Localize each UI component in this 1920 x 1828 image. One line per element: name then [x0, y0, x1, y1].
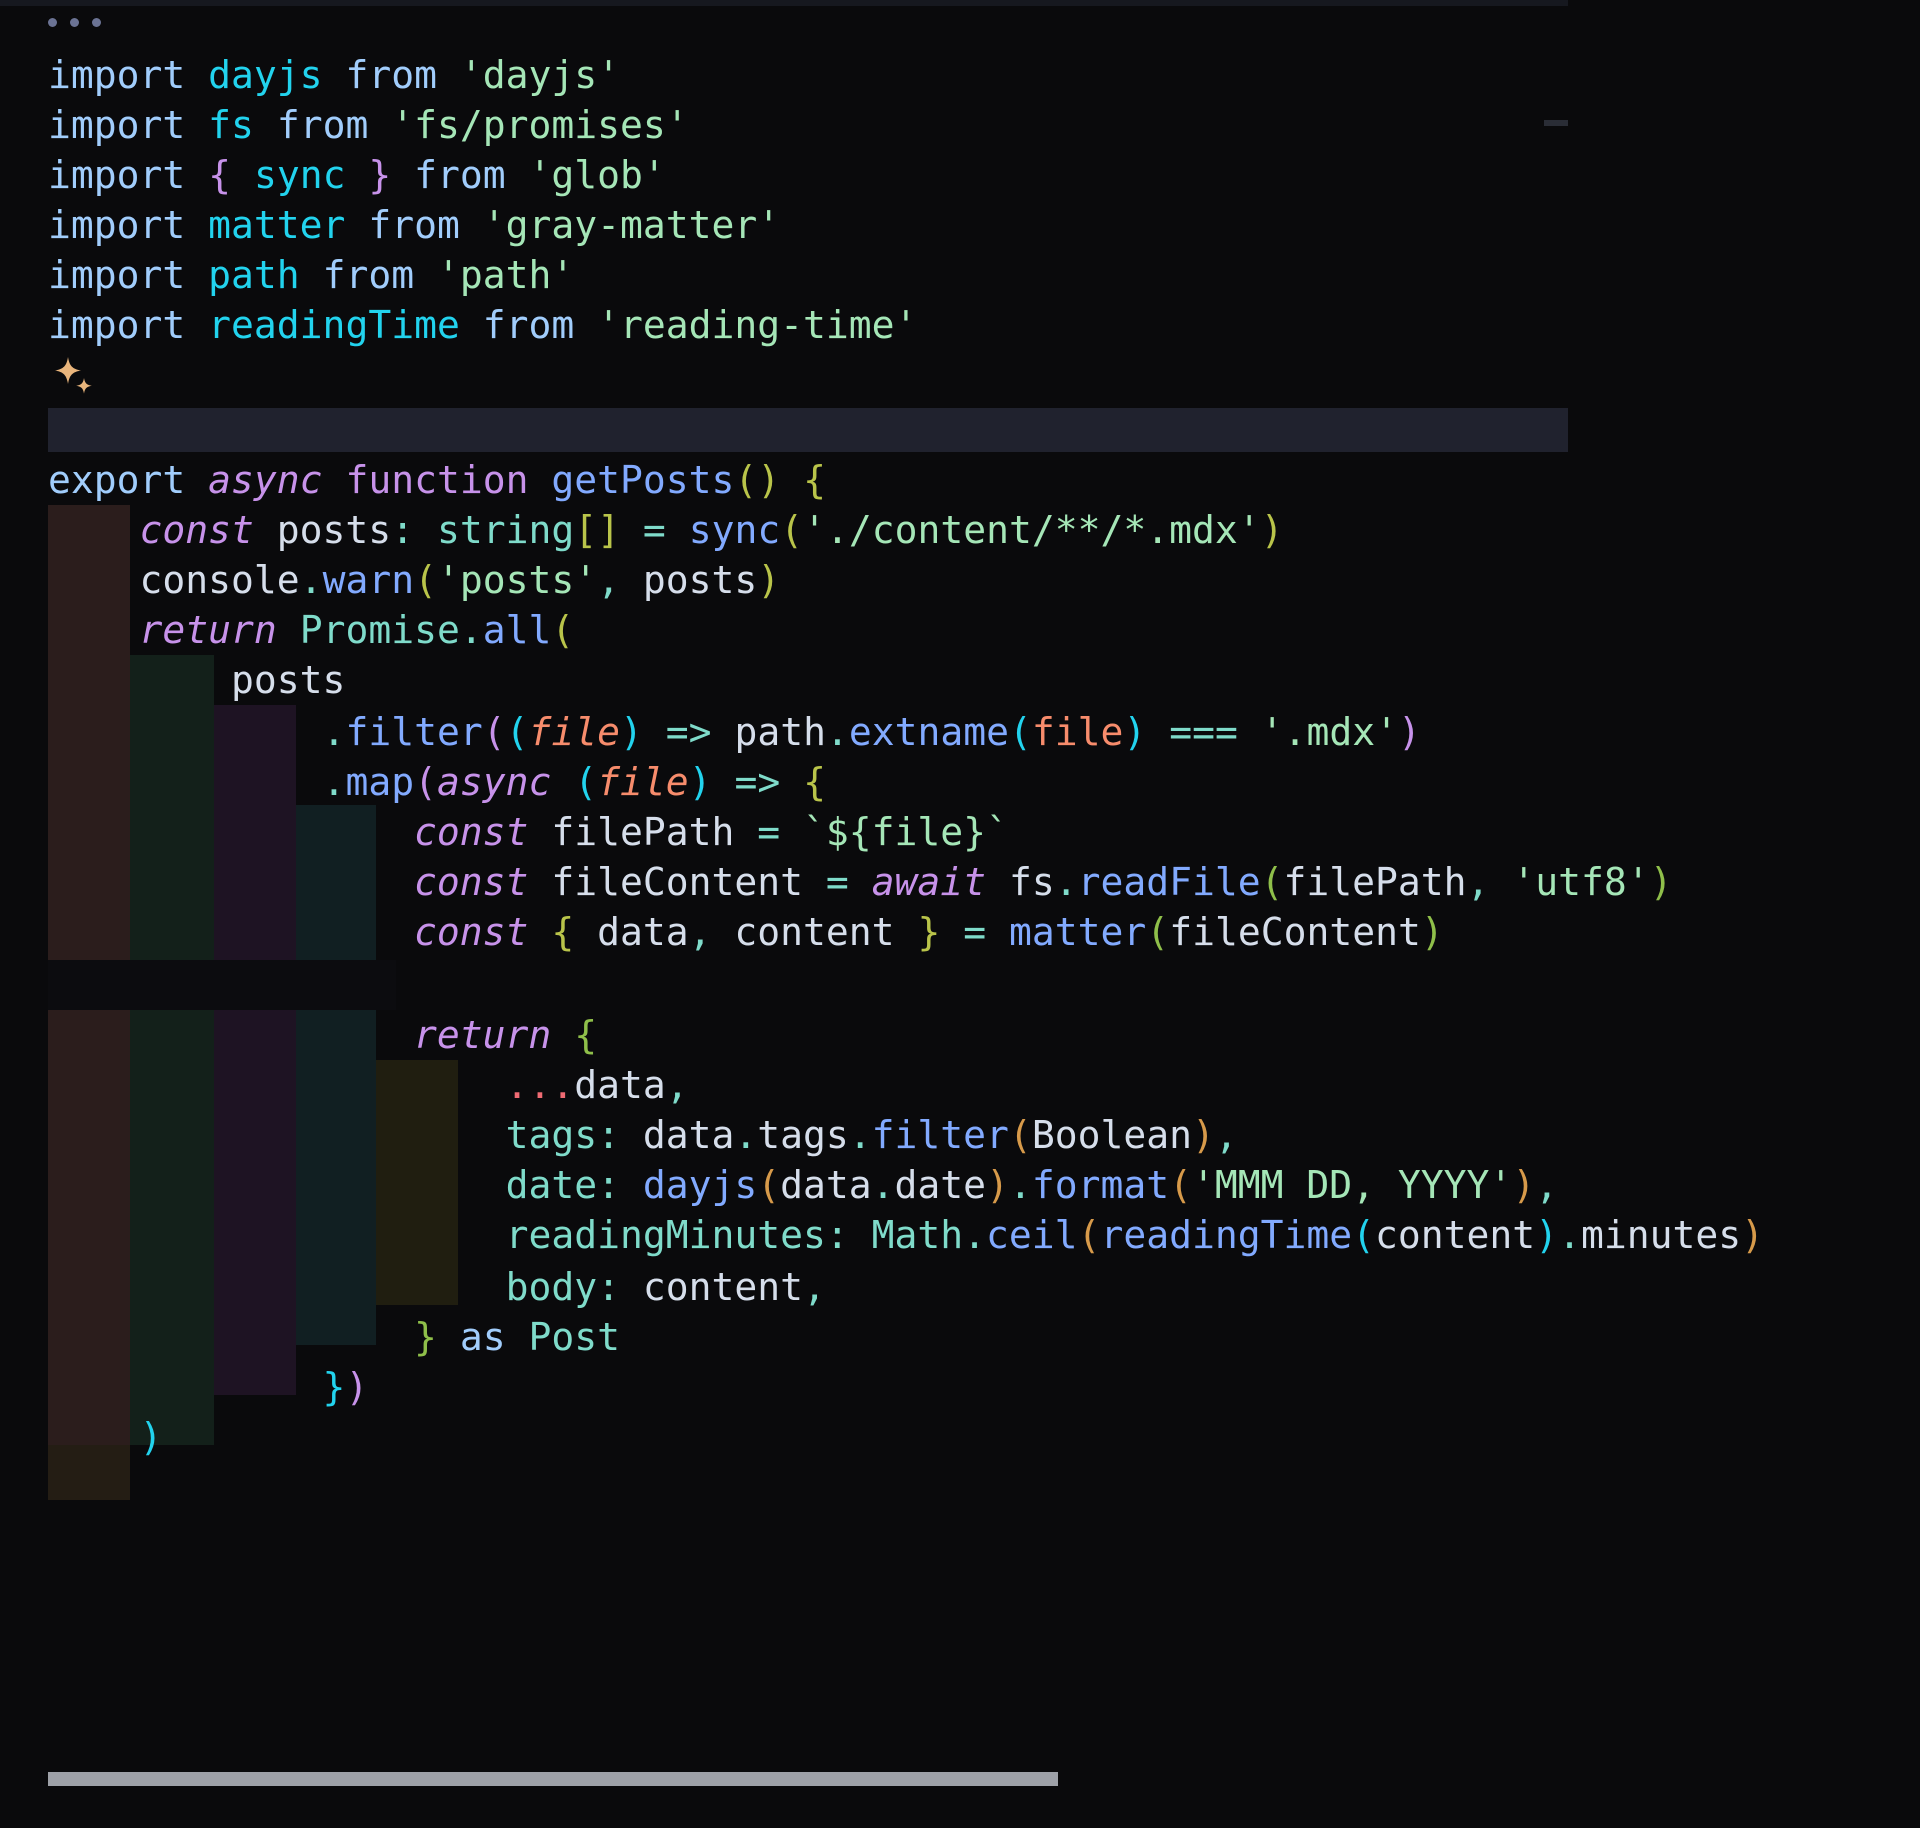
code-line-5[interactable]: import matter from 'gray-matter'	[0, 200, 1920, 250]
code-line-15[interactable]: .filter((file) => path.extname(file) ===…	[0, 707, 1920, 757]
code-line-24[interactable]: date: dayjs(data.date).format('MMM DD, Y…	[0, 1160, 1920, 1210]
code-line-10[interactable]: export async function getPosts() {	[0, 455, 1920, 505]
code-line-22[interactable]: ...data,	[0, 1060, 1920, 1110]
code-line-7[interactable]: import readingTime from 'reading-time'	[0, 300, 1920, 350]
editor-bottom-fill	[0, 1786, 1920, 1828]
code-line-6[interactable]: import path from 'path'	[0, 250, 1920, 300]
code-line-2[interactable]: import dayjs from 'dayjs'	[0, 50, 1920, 100]
code-line-25[interactable]: readingMinutes: Math.ceil(readingTime(co…	[0, 1210, 1920, 1260]
code-line-11[interactable]: const posts: string[] = sync('./content/…	[0, 505, 1920, 555]
code-line-3[interactable]: import fs from 'fs/promises'	[0, 100, 1920, 150]
code-line-13[interactable]: return Promise.all(	[0, 605, 1920, 655]
code-line-26[interactable]: body: content,	[0, 1262, 1920, 1312]
code-line-19[interactable]: const { data, content } = matter(fileCon…	[0, 907, 1920, 957]
code-line-12[interactable]: console.warn('posts', posts)	[0, 555, 1920, 605]
code-line-17[interactable]: const filePath = `${file}`	[0, 807, 1920, 857]
code-line-21[interactable]: return {	[0, 1010, 1920, 1060]
code-line-27[interactable]: } as Post	[0, 1312, 1920, 1362]
code-line-4[interactable]: import { sync } from 'glob'	[0, 150, 1920, 200]
code-line-29[interactable]: )	[0, 1412, 1920, 1462]
code-line-28[interactable]: })	[0, 1362, 1920, 1412]
horizontal-scrollbar[interactable]	[48, 1772, 1058, 1786]
code-line-8[interactable]	[0, 350, 1920, 400]
code-line-9[interactable]	[0, 403, 1920, 453]
code-line-1[interactable]	[0, 0, 1920, 50]
code-editor[interactable]: import dayjs from 'dayjs' import fs from…	[0, 0, 1920, 1828]
code-line-20[interactable]	[0, 957, 1920, 1007]
code-line-18[interactable]: const fileContent = await fs.readFile(fi…	[0, 857, 1920, 907]
code-line-16[interactable]: .map(async (file) => {	[0, 757, 1920, 807]
code-line-23[interactable]: tags: data.tags.filter(Boolean),	[0, 1110, 1920, 1160]
code-line-14[interactable]: posts	[0, 655, 1920, 705]
